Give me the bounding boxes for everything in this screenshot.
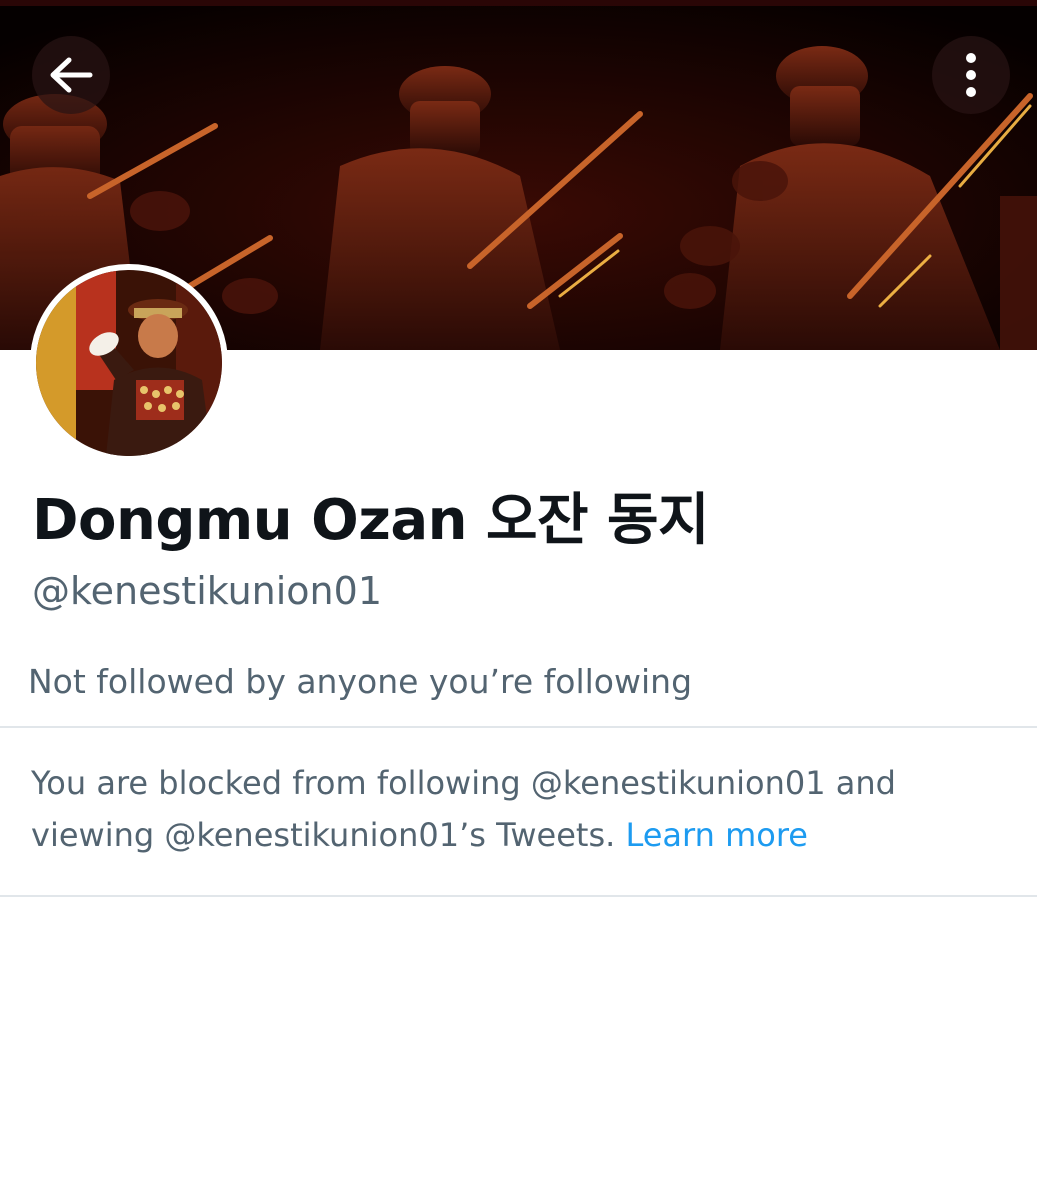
learn-more-link[interactable]: Learn more: [625, 816, 808, 854]
back-button[interactable]: [32, 36, 110, 114]
arrow-left-icon: [50, 57, 93, 93]
profile-avatar[interactable]: [30, 264, 228, 462]
blocked-notice: You are blocked from following @kenestik…: [31, 757, 1021, 861]
more-vertical-icon: [966, 53, 976, 97]
more-options-button[interactable]: [932, 36, 1010, 114]
followers-you-know-text[interactable]: Not followed by anyone you’re following: [28, 660, 692, 704]
profile-display-name: Dongmu Ozan 오잔 동지: [32, 488, 710, 553]
profile-handle: @kenestikunion01: [32, 569, 382, 613]
divider: [0, 726, 1037, 728]
divider: [0, 895, 1037, 897]
avatar-image: [36, 270, 222, 456]
